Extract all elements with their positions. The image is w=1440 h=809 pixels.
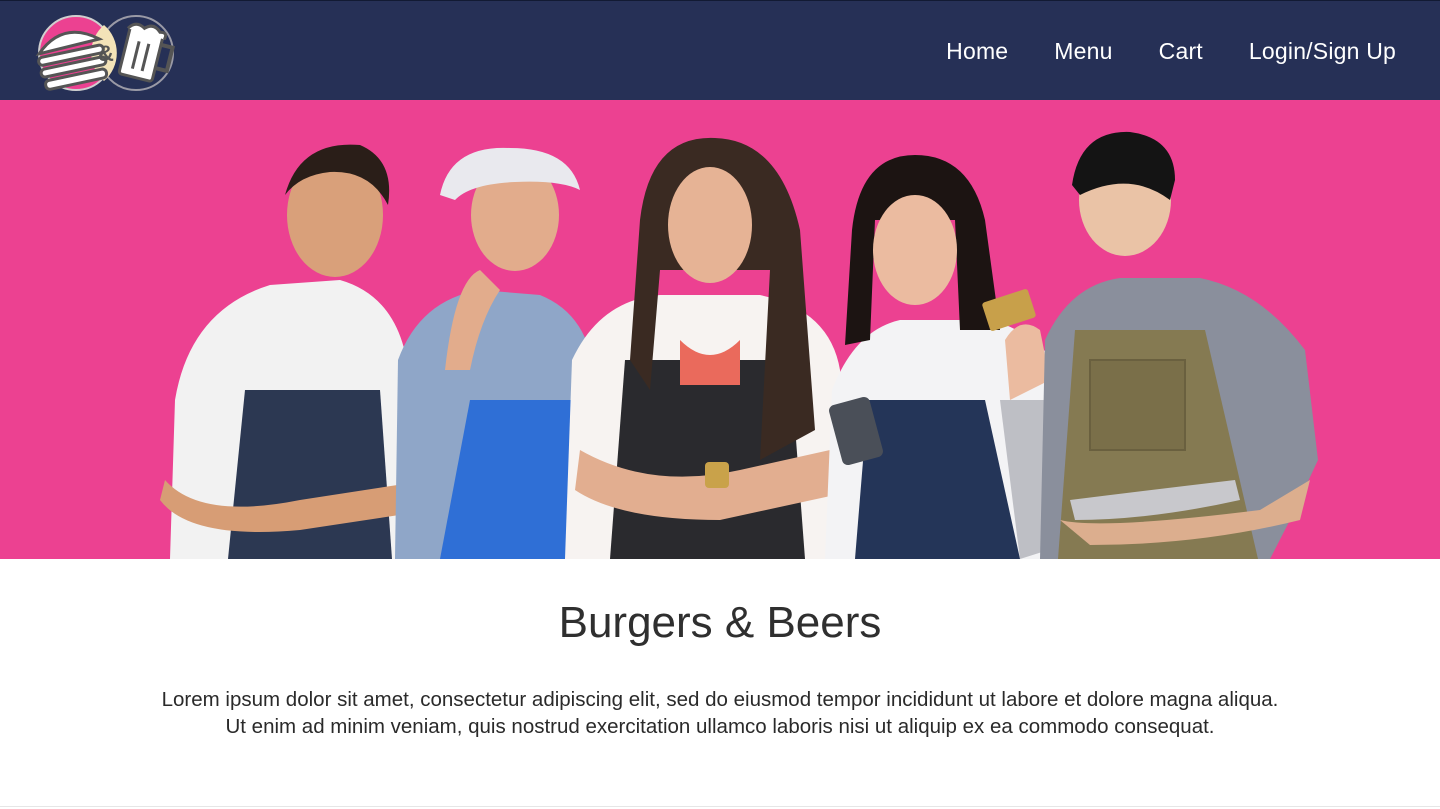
staff-person-5 <box>1040 131 1318 559</box>
burger-and-beer-icon: & <box>35 15 176 91</box>
logo-ampersand: & <box>98 41 114 66</box>
staff-team-photo <box>160 131 1318 559</box>
main-nav: Home Menu Cart Login/Sign Up <box>900 1 1396 101</box>
description-line-1: Lorem ipsum dolor sit amet, consectetur … <box>161 688 1279 711</box>
top-navbar: & Home Menu Cart Login/Sign Up <box>0 0 1440 100</box>
section-divider <box>0 806 1440 807</box>
page-title: Burgers & Beers <box>558 598 882 647</box>
brand-logo[interactable]: & <box>32 13 178 93</box>
nav-cart-link[interactable]: Cart <box>1159 38 1203 65</box>
nav-login-signup-link[interactable]: Login/Sign Up <box>1249 38 1396 65</box>
staff-person-3 <box>565 137 845 559</box>
page-description: Lorem ipsum dolor sit amet, consectetur … <box>0 686 1440 740</box>
description-line-2: Ut enim ad minim veniam, quis nostrud ex… <box>225 715 1215 738</box>
nav-menu-link[interactable]: Menu <box>1054 38 1112 65</box>
nav-home-link[interactable]: Home <box>946 38 1008 65</box>
hero-banner <box>0 100 1440 559</box>
